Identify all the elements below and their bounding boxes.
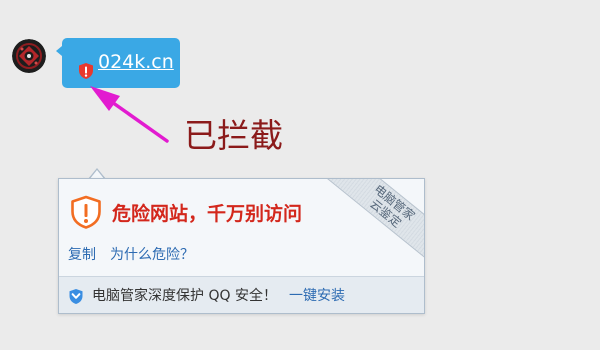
blocked-annotation-label: 已拦截	[184, 116, 283, 155]
chat-bubble-tail	[56, 46, 62, 56]
warning-shield-icon	[79, 63, 93, 79]
blocked-url-link[interactable]: 024k.cn	[98, 50, 174, 74]
cloud-verified-ribbon: 电脑管家 云鉴定	[317, 179, 424, 272]
copy-link[interactable]: 复制	[68, 246, 96, 264]
why-dangerous-link[interactable]: 为什么危险？	[110, 246, 194, 264]
danger-warning-popup: 电脑管家 云鉴定 危险网站，千万别访问 复制 为什么危险？ 电脑管家深度保护 Q…	[58, 178, 425, 314]
one-click-install-link[interactable]: 一键安装	[289, 287, 345, 305]
popup-footer: 电脑管家深度保护 QQ 安全！ 一键安装	[59, 276, 424, 313]
promo-text: 电脑管家深度保护 QQ 安全！	[92, 288, 277, 304]
avatar[interactable]	[12, 39, 46, 73]
annotation-arrow	[90, 86, 169, 143]
guard-shield-icon	[69, 289, 83, 304]
danger-shield-icon	[71, 195, 101, 229]
danger-warning-title: 危险网站，千万别访问	[112, 203, 303, 225]
